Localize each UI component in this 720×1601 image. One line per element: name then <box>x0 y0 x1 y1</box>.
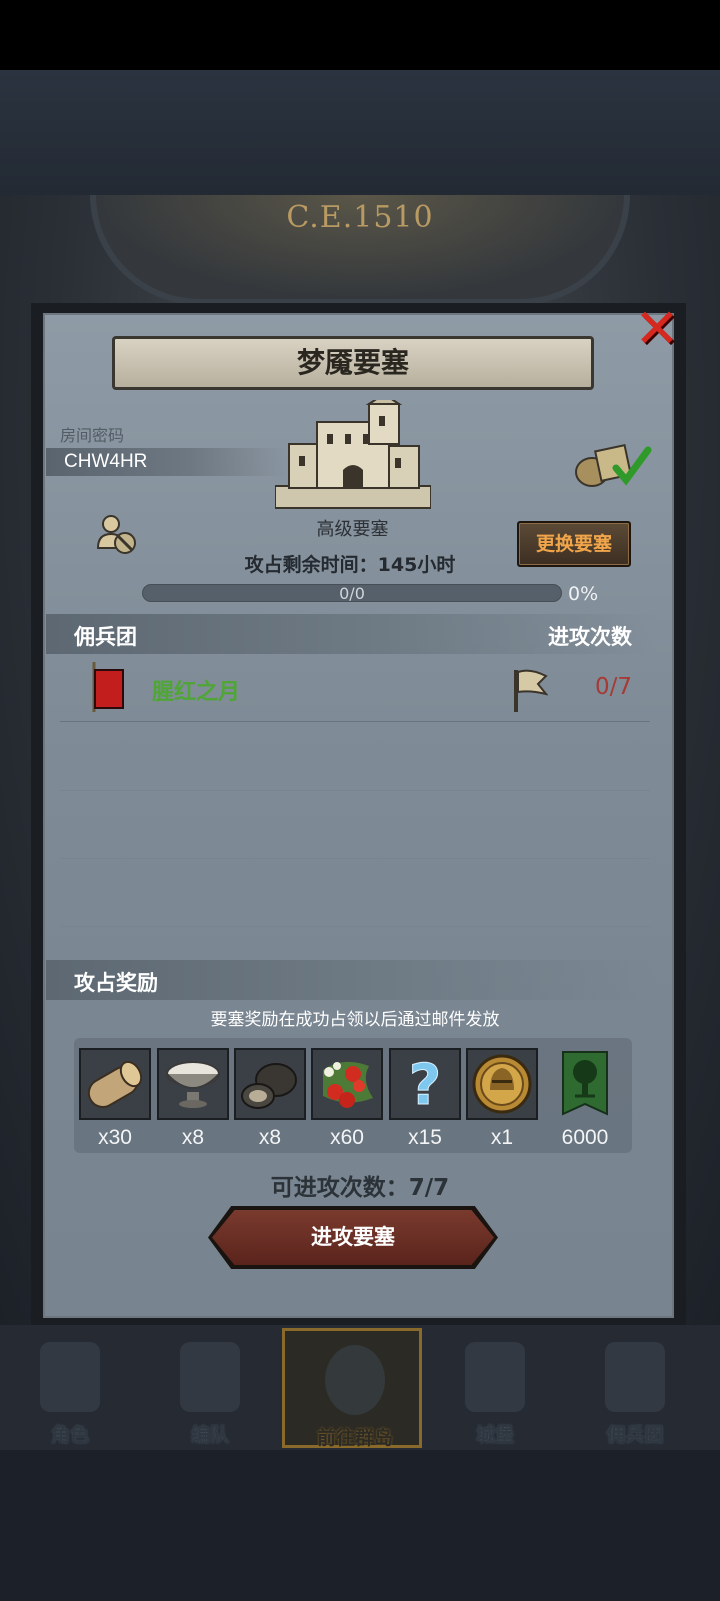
change-fortress-button[interactable]: 更换要塞 <box>517 521 631 567</box>
fortress-level: 高级要塞 <box>316 519 389 540</box>
reward-qty: x8 <box>181 1126 205 1149</box>
tree-banner-icon <box>549 1048 621 1120</box>
supplies-check-icon[interactable] <box>572 440 652 490</box>
attack-count: 可进攻次数：7/7 <box>270 1175 450 1201</box>
capture-time-left: 攻占剩余时间：145小时 <box>244 554 456 576</box>
reward-qty: x60 <box>330 1126 364 1149</box>
nav-label: 前往群岛 <box>316 1427 393 1449</box>
row-divider <box>60 790 650 791</box>
reward-qty: x8 <box>258 1126 282 1149</box>
castle-icon <box>465 1342 525 1412</box>
capture-progress-text: 0/0 <box>339 584 365 603</box>
era-year: C.E.1510 <box>286 200 434 235</box>
question-mark-icon: ? <box>389 1048 461 1120</box>
compass-icon <box>325 1345 385 1415</box>
truffle-icon <box>234 1048 306 1120</box>
reward-item[interactable]: 6000 <box>549 1048 621 1154</box>
reward-item[interactable]: x1 <box>466 1048 538 1154</box>
reward-item[interactable]: ? x15 <box>389 1048 461 1154</box>
rewards-note: 要塞奖励在成功占领以后通过邮件发放 <box>210 1010 500 1030</box>
footer <box>0 1450 720 1601</box>
flag-icon <box>514 669 548 712</box>
capture-progress-bar: 0/0 <box>142 584 562 603</box>
svg-text:?: ? <box>409 1053 441 1118</box>
silver-bowl-icon <box>157 1048 229 1120</box>
dialog-title: 梦魇要塞 <box>112 336 594 390</box>
nav-item-character[interactable]: 角色 <box>0 1328 140 1448</box>
reward-qty: 6000 <box>561 1126 609 1149</box>
attack-fortress-button[interactable]: 进攻要塞 <box>212 1210 494 1265</box>
knight-helmet-coin-icon <box>466 1048 538 1120</box>
close-button[interactable]: ✕ <box>632 302 682 356</box>
nav-item-team[interactable]: 编队 <box>140 1328 280 1448</box>
fortress-icon <box>275 400 431 509</box>
room-code-value[interactable]: CHW4HR <box>46 448 286 476</box>
helmet-icon <box>180 1342 240 1412</box>
mercenary-attacks: 0/7 <box>594 674 632 700</box>
nav-item-mercenary[interactable]: 佣兵团 <box>565 1328 705 1448</box>
capture-progress-percent: 0% <box>568 583 599 605</box>
wood-log-icon <box>79 1048 151 1120</box>
reward-item[interactable]: x8 <box>234 1048 306 1154</box>
user-ban-icon[interactable] <box>96 514 138 556</box>
berries-icon <box>311 1048 383 1120</box>
nav-label: 城堡 <box>475 1424 514 1446</box>
reward-item[interactable]: x60 <box>311 1048 383 1154</box>
mercenary-icon <box>605 1342 665 1412</box>
status-bar <box>0 0 720 70</box>
attacks-header: 进攻次数 <box>548 625 632 649</box>
reward-item[interactable]: x30 <box>79 1048 151 1154</box>
crimson-moon-banner-icon <box>92 662 124 712</box>
nav-label: 编队 <box>190 1424 229 1446</box>
nav-item-islands[interactable]: 前往群岛 <box>282 1328 422 1449</box>
top-background <box>0 70 720 195</box>
nav-label: 佣兵团 <box>606 1424 664 1446</box>
row-divider <box>60 858 650 859</box>
reward-qty: x30 <box>98 1126 132 1149</box>
character-icon <box>40 1342 100 1412</box>
reward-qty: x15 <box>408 1126 442 1149</box>
rewards-header: 攻占奖励 <box>74 971 158 995</box>
reward-item[interactable]: x8 <box>157 1048 229 1154</box>
room-code-label: 房间密码 <box>60 426 125 445</box>
row-divider <box>60 926 650 927</box>
mercenary-name[interactable]: 腥红之月 <box>152 674 240 706</box>
nav-label: 角色 <box>50 1424 89 1446</box>
reward-qty: x1 <box>490 1126 514 1149</box>
nav-item-castle[interactable]: 城堡 <box>425 1328 565 1448</box>
mercenary-header: 佣兵团 <box>74 625 137 649</box>
